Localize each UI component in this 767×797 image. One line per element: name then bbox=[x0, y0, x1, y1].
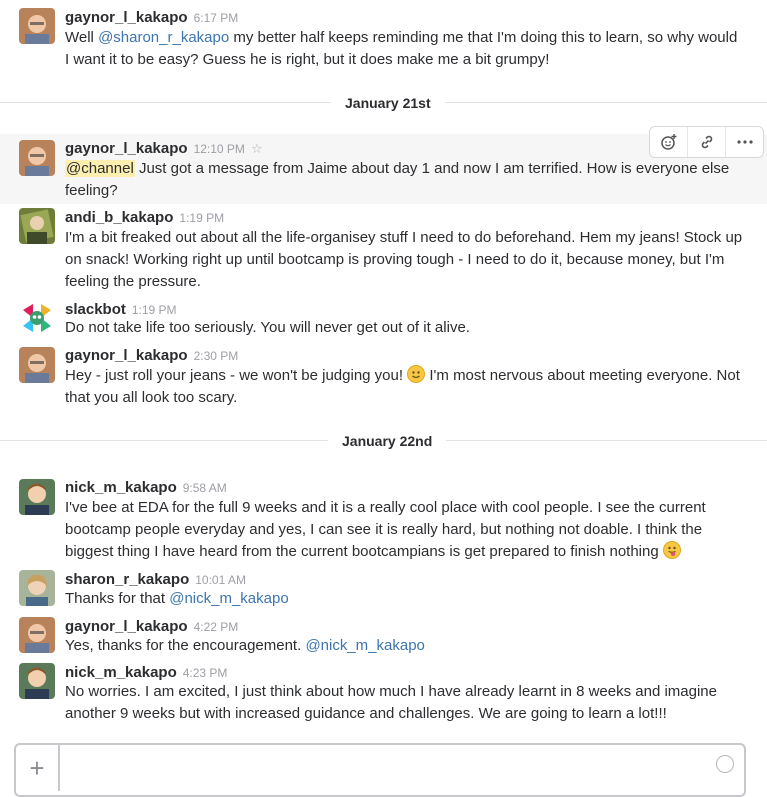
timestamp[interactable]: 9:58 AM bbox=[183, 481, 227, 495]
message-text: Yes, thanks for the encouragement. @nick… bbox=[65, 637, 425, 654]
emoji-picker-icon[interactable] bbox=[716, 755, 734, 773]
message-item[interactable]: gaynor_l_kakapo 6:17 PM Well @sharon_r_ka… bbox=[0, 0, 767, 80]
message-composer[interactable]: + bbox=[14, 743, 746, 797]
channel-mention[interactable]: @channel bbox=[65, 160, 135, 177]
user-mention[interactable]: @nick_m_kakapo bbox=[169, 590, 288, 607]
avatar-gaynor[interactable] bbox=[19, 8, 55, 44]
avatar-gaynor[interactable] bbox=[19, 140, 55, 176]
avatar-slackbot[interactable] bbox=[19, 300, 55, 336]
username[interactable]: slackbot bbox=[65, 301, 126, 318]
username[interactable]: gaynor_l_kakapo bbox=[65, 347, 188, 364]
timestamp[interactable]: 4:23 PM bbox=[183, 666, 228, 680]
username[interactable]: nick_m_kakapo bbox=[65, 664, 177, 681]
timestamp[interactable]: 12:10 PM bbox=[194, 142, 245, 156]
star-icon[interactable]: ☆ bbox=[251, 141, 263, 156]
avatar-andi[interactable] bbox=[19, 208, 55, 244]
message-item[interactable]: gaynor_l_kakapo 4:22 PM Yes, thanks for t… bbox=[0, 614, 767, 660]
avatar-nick[interactable] bbox=[19, 479, 55, 515]
date-divider-label: January 21st bbox=[331, 95, 445, 111]
username[interactable]: gaynor_l_kakapo bbox=[65, 140, 188, 157]
avatar-nick[interactable] bbox=[19, 663, 55, 699]
timestamp[interactable]: 10:01 AM bbox=[195, 573, 246, 587]
tongue-emoji bbox=[662, 541, 681, 559]
message-actions-toolbar bbox=[649, 126, 764, 158]
timestamp[interactable]: 2:30 PM bbox=[194, 349, 239, 363]
message-text: Thanks for that @nick_m_kakapo bbox=[65, 590, 289, 607]
message-text: Hey - just roll your jeans - we won't be… bbox=[65, 365, 740, 406]
message-item[interactable]: nick_m_kakapo 4:23 PM No worries. I am ex… bbox=[0, 660, 767, 730]
timestamp[interactable]: 1:19 PM bbox=[132, 303, 177, 317]
username[interactable]: gaynor_l_kakapo bbox=[65, 618, 188, 635]
user-mention[interactable]: @sharon_r_kakapo bbox=[98, 29, 229, 46]
message-item[interactable]: gaynor_l_kakapo 2:30 PM Hey - just roll y… bbox=[0, 342, 767, 412]
message-item[interactable]: slackbot 1:19 PM Do not take life too ser… bbox=[0, 296, 767, 342]
username[interactable]: nick_m_kakapo bbox=[65, 479, 177, 496]
message-item[interactable]: andi_b_kakapo 1:19 PM I'm a bit freaked o… bbox=[0, 204, 767, 296]
message-text: @channel Just got a message from Jaime a… bbox=[65, 160, 730, 199]
date-divider-label: January 22nd bbox=[328, 433, 447, 449]
username[interactable]: andi_b_kakapo bbox=[65, 209, 173, 226]
smiley-emoji bbox=[407, 365, 426, 383]
timestamp[interactable]: 1:19 PM bbox=[179, 211, 224, 225]
timestamp[interactable]: 6:17 PM bbox=[194, 11, 239, 25]
timestamp[interactable]: 4:22 PM bbox=[194, 620, 239, 634]
user-mention[interactable]: @nick_m_kakapo bbox=[305, 637, 424, 654]
message-text: Well @sharon_r_kakapo my better half kee… bbox=[65, 29, 738, 68]
avatar-sharon[interactable] bbox=[19, 570, 55, 606]
avatar-gaynor[interactable] bbox=[19, 347, 55, 383]
more-actions-icon[interactable] bbox=[726, 127, 763, 157]
message-item[interactable]: sharon_r_kakapo 10:01 AM Thanks for that … bbox=[0, 566, 767, 614]
plus-icon[interactable]: + bbox=[16, 745, 60, 791]
message-text: No worries. I am excited, I just think a… bbox=[65, 683, 717, 722]
username[interactable]: gaynor_l_kakapo bbox=[65, 9, 188, 26]
message-text: I've bee at EDA for the full 9 weeks and… bbox=[65, 499, 706, 560]
message-text: I'm a bit freaked out about all the life… bbox=[65, 229, 743, 290]
username[interactable]: sharon_r_kakapo bbox=[65, 571, 189, 588]
avatar-gaynor[interactable] bbox=[19, 617, 55, 653]
message-text: Do not take life too seriously. You will… bbox=[65, 319, 470, 336]
add-reaction-icon[interactable] bbox=[650, 127, 688, 157]
message-item[interactable]: nick_m_kakapo 9:58 AM I've bee at EDA for… bbox=[0, 474, 767, 566]
link-icon[interactable] bbox=[688, 127, 726, 157]
